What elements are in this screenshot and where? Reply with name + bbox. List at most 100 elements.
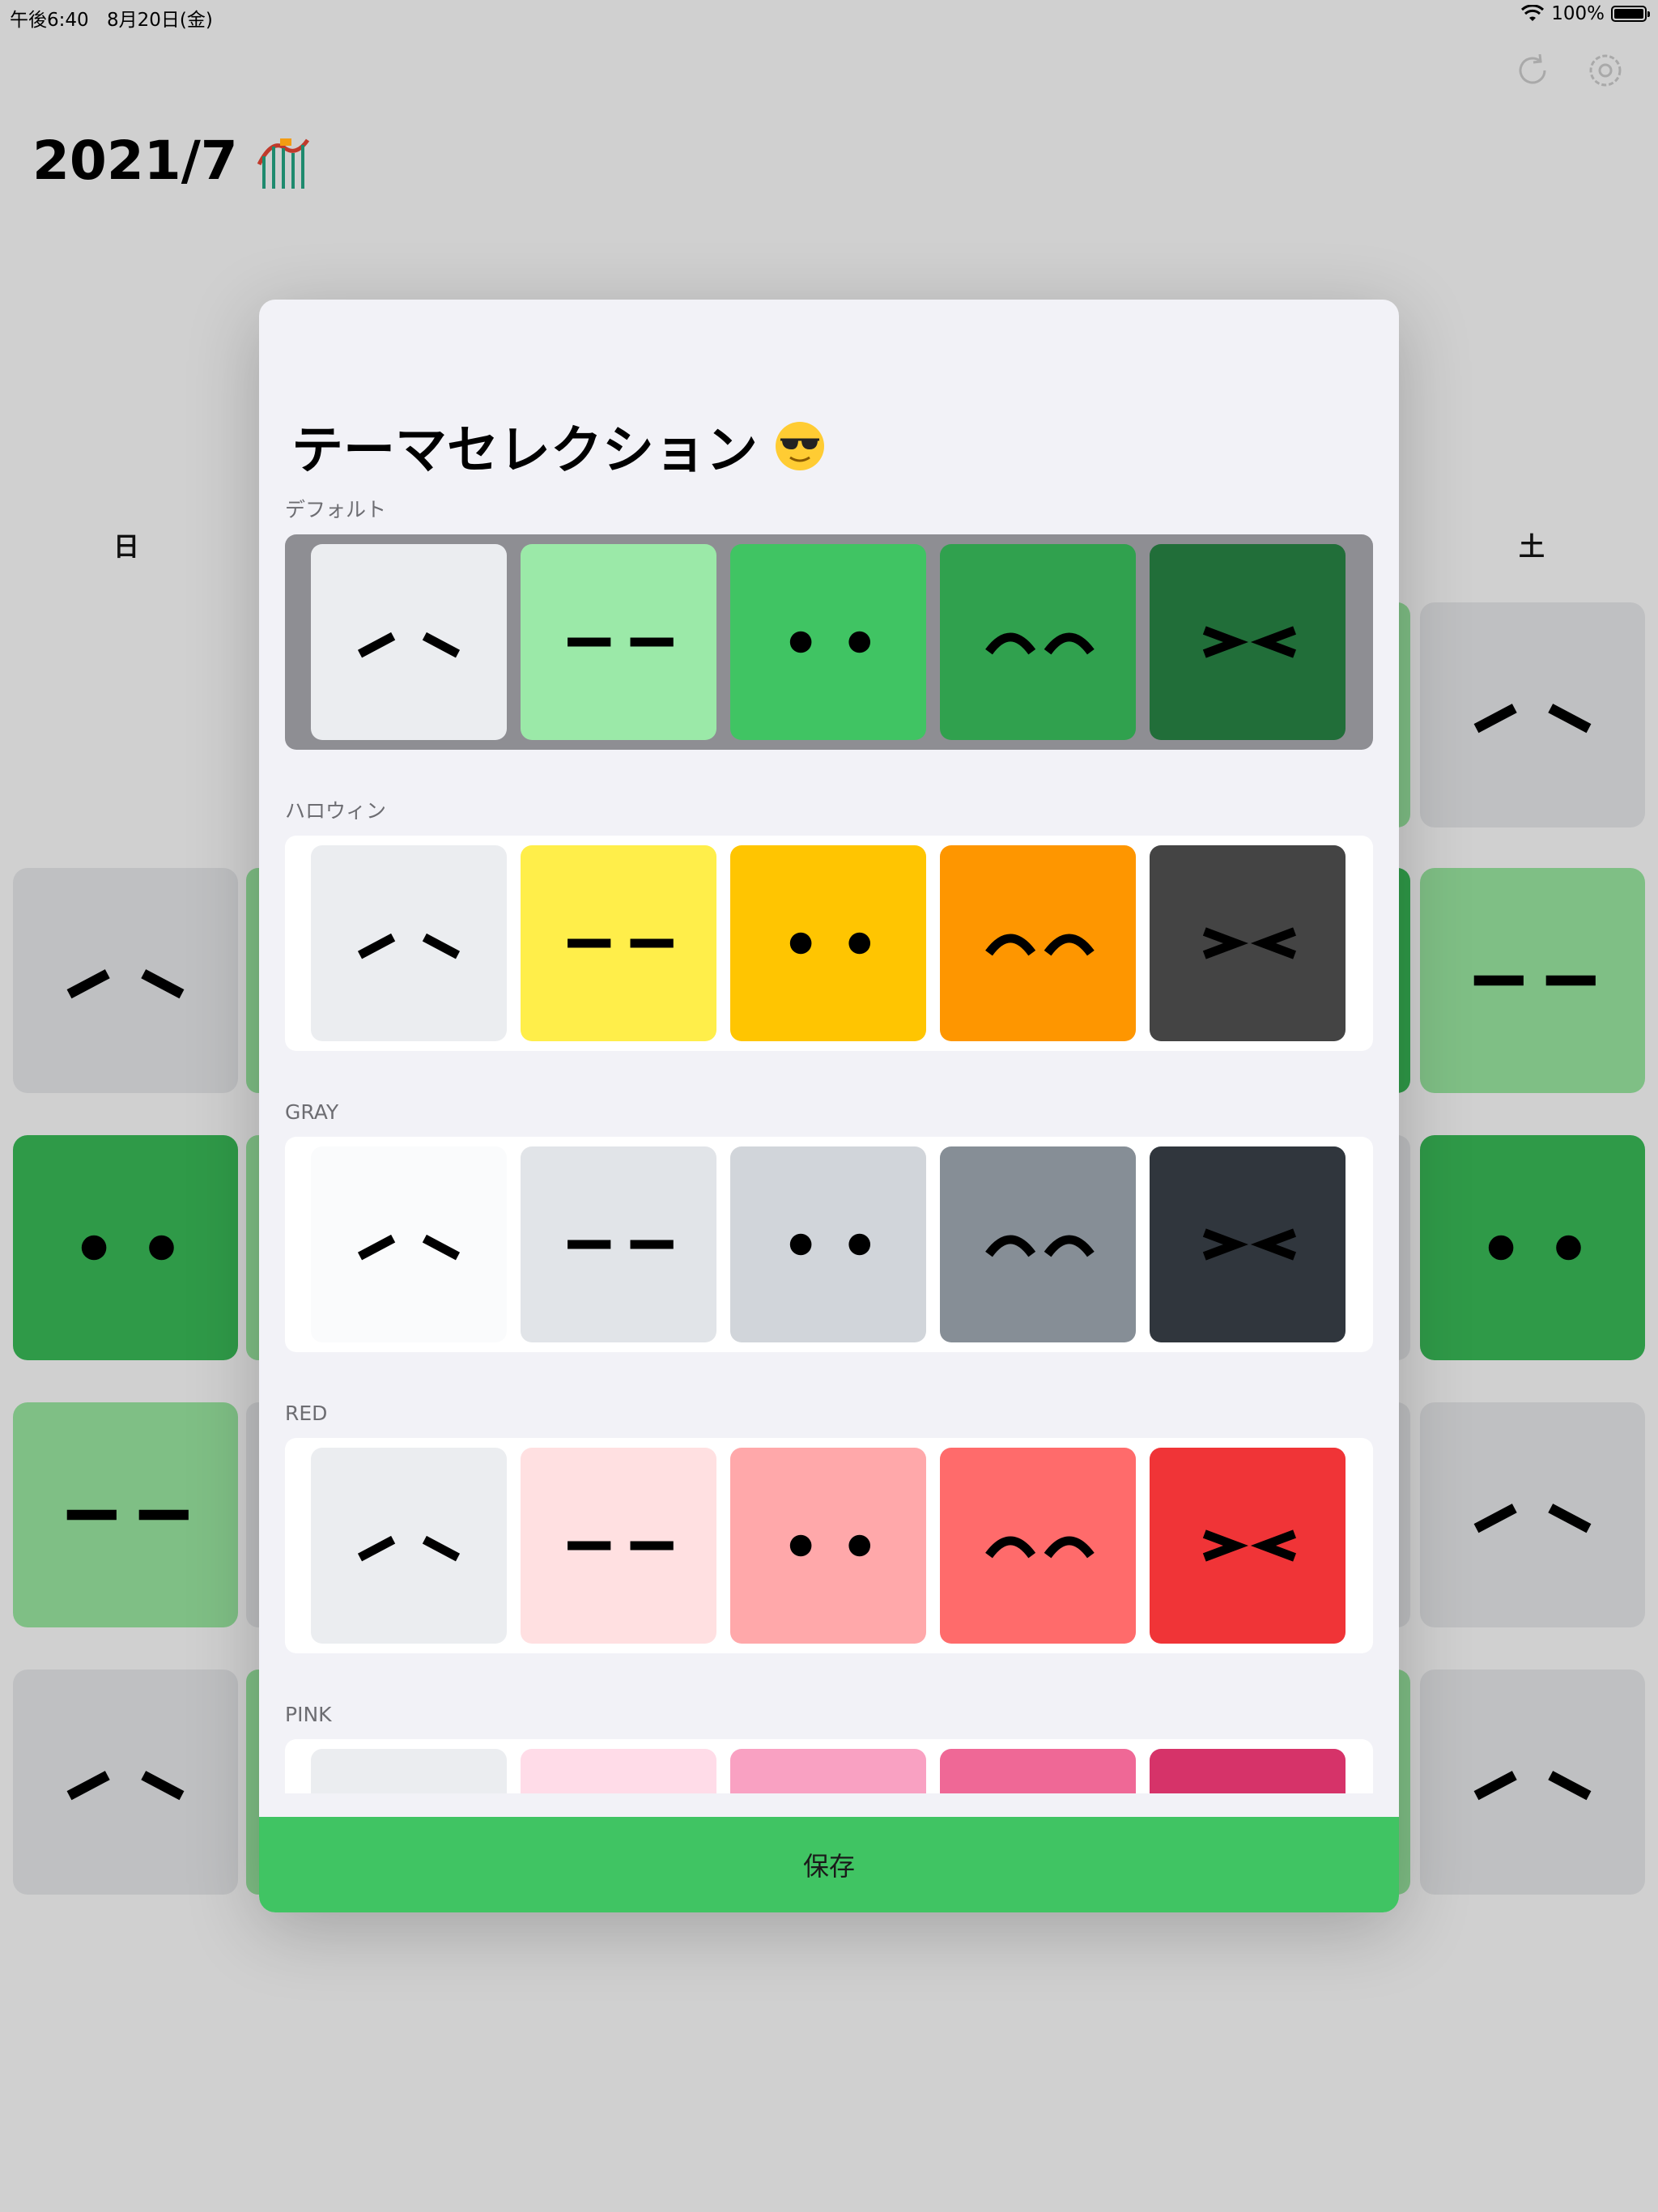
squint-eyes-face-icon xyxy=(1202,1529,1296,1562)
settings-icon[interactable] xyxy=(1585,50,1626,91)
theme-swatch xyxy=(940,1749,1136,1793)
theme-swatch xyxy=(521,1749,716,1793)
happy-eyes-face-icon xyxy=(985,1235,1095,1257)
theme-section-label: RED xyxy=(285,1402,328,1425)
roller-coaster-icon xyxy=(257,138,309,189)
theme-swatch xyxy=(1150,845,1346,1041)
squint-eyes-face-icon xyxy=(1202,626,1296,658)
theme-swatch xyxy=(940,1146,1136,1342)
theme-swatch xyxy=(311,845,507,1041)
theme-section-label: デフォルト xyxy=(285,498,387,521)
weekday-saturday: 土 xyxy=(1519,531,1545,562)
save-button[interactable]: 保存 xyxy=(259,1817,1399,1912)
theme-option-row[interactable] xyxy=(285,1739,1373,1793)
slanted-eyes-face-icon xyxy=(357,933,461,959)
toolbar xyxy=(1512,50,1626,91)
wifi-icon xyxy=(1521,5,1545,21)
calendar-day-tile[interactable] xyxy=(1420,1402,1645,1627)
dash-eyes-face-icon xyxy=(568,938,674,948)
calendar-day-tile[interactable] xyxy=(13,1402,238,1627)
dot-eyes-face-icon xyxy=(789,1233,871,1256)
status-bar: 午後6:40 8月20日(金) 100% xyxy=(0,0,1658,32)
dash-eyes-face-icon xyxy=(1473,975,1596,986)
dash-eyes-face-icon xyxy=(66,1509,189,1521)
theme-section-label: PINK xyxy=(285,1703,332,1726)
dot-eyes-face-icon xyxy=(789,631,871,653)
theme-swatch xyxy=(311,1146,507,1342)
sheet-title: テーマセレクション xyxy=(291,409,826,483)
slanted-eyes-face-icon xyxy=(66,969,185,999)
theme-section: PINK xyxy=(285,1699,1373,1793)
theme-swatch xyxy=(730,1448,926,1644)
theme-swatch xyxy=(521,845,716,1041)
dash-eyes-face-icon xyxy=(521,1749,716,1793)
calendar-day-tile[interactable] xyxy=(1420,602,1645,827)
status-date: 8月20日(金) xyxy=(107,10,213,31)
theme-swatch xyxy=(521,544,716,740)
dash-eyes-face-icon xyxy=(568,637,674,647)
squint-eyes-face-icon xyxy=(1202,1228,1296,1261)
dot-eyes-face-icon xyxy=(1488,1235,1581,1261)
slanted-eyes-face-icon xyxy=(357,632,461,658)
happy-eyes-face-icon xyxy=(940,1749,1136,1793)
theme-swatch xyxy=(521,1146,716,1342)
weekday-sunday: 日 xyxy=(113,531,140,562)
theme-swatch xyxy=(730,1146,926,1342)
theme-swatch xyxy=(1150,1146,1346,1342)
calendar-day-tile[interactable] xyxy=(1420,868,1645,1093)
status-time: 午後6:40 xyxy=(10,10,89,31)
theme-swatch xyxy=(940,845,1136,1041)
calendar-day-tile[interactable] xyxy=(13,1135,238,1360)
slanted-eyes-face-icon xyxy=(1473,704,1592,734)
theme-option-row[interactable] xyxy=(285,1438,1373,1653)
theme-section: デフォルト xyxy=(285,494,1373,750)
theme-option-row[interactable] xyxy=(285,1137,1373,1352)
theme-option-row[interactable] xyxy=(285,534,1373,750)
slanted-eyes-face-icon xyxy=(1473,1771,1592,1801)
refresh-icon[interactable] xyxy=(1512,50,1553,91)
month-title: 2021/7 xyxy=(32,130,311,192)
dash-eyes-face-icon xyxy=(568,1541,674,1551)
dot-eyes-face-icon xyxy=(730,1749,926,1793)
theme-section: GRAY xyxy=(285,1096,1373,1352)
theme-swatch xyxy=(1150,1749,1346,1793)
theme-swatch xyxy=(940,544,1136,740)
happy-eyes-face-icon xyxy=(985,1536,1095,1559)
theme-option-row[interactable] xyxy=(285,836,1373,1051)
happy-eyes-face-icon xyxy=(985,632,1095,655)
calendar-day-tile[interactable] xyxy=(1420,1670,1645,1895)
dot-eyes-face-icon xyxy=(81,1235,174,1261)
slanted-eyes-face-icon xyxy=(357,1535,461,1562)
theme-swatch xyxy=(1150,544,1346,740)
battery-percent: 100% xyxy=(1551,3,1605,24)
theme-swatch xyxy=(521,1448,716,1644)
slanted-eyes-face-icon xyxy=(357,1234,461,1261)
dot-eyes-face-icon xyxy=(789,1534,871,1557)
calendar-day-tile[interactable] xyxy=(13,1670,238,1895)
squint-eyes-face-icon xyxy=(1150,1749,1346,1793)
calendar-day-tile[interactable] xyxy=(13,868,238,1093)
theme-section-label: GRAY xyxy=(285,1100,339,1124)
theme-swatch xyxy=(730,1749,926,1793)
month-title-text: 2021/7 xyxy=(32,130,238,192)
sheet-title-text: テーマセレクション xyxy=(291,421,758,481)
theme-swatch xyxy=(730,845,926,1041)
theme-section-label: ハロウィン xyxy=(285,799,387,823)
sunglasses-face-icon xyxy=(776,422,824,470)
theme-list[interactable]: デフォルトハロウィン GRAY RED PINK xyxy=(259,494,1399,1793)
status-right: 100% xyxy=(1520,3,1650,24)
theme-swatch xyxy=(730,544,926,740)
dash-eyes-face-icon xyxy=(568,1240,674,1249)
dot-eyes-face-icon xyxy=(789,932,871,955)
slanted-eyes-face-icon xyxy=(311,1749,507,1793)
theme-selection-sheet: テーマセレクション デフォルトハロウィン GRAY RED PINK 保存 xyxy=(259,300,1399,1912)
theme-swatch xyxy=(1150,1448,1346,1644)
theme-swatch xyxy=(311,1749,507,1793)
slanted-eyes-face-icon xyxy=(66,1771,185,1801)
calendar-day-tile[interactable] xyxy=(1420,1135,1645,1360)
theme-section: RED xyxy=(285,1397,1373,1653)
theme-swatch xyxy=(311,544,507,740)
slanted-eyes-face-icon xyxy=(1473,1504,1592,1534)
battery-icon xyxy=(1611,6,1650,22)
theme-swatch xyxy=(940,1448,1136,1644)
